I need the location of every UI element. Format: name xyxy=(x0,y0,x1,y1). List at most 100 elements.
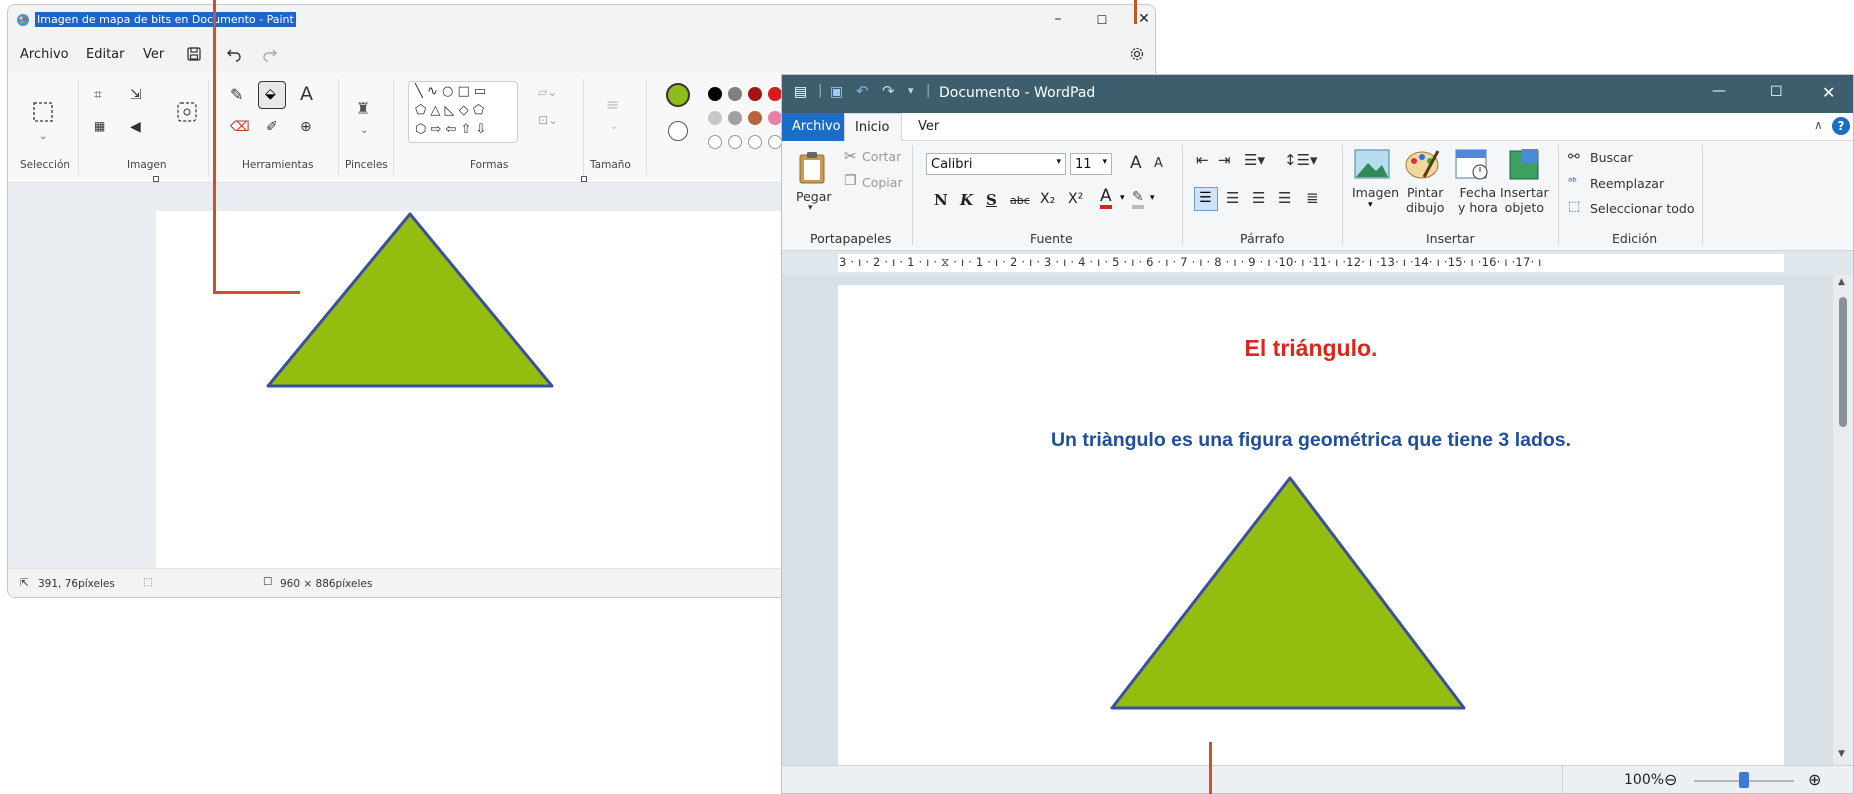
decrease-indent-icon[interactable]: ⇤ xyxy=(1196,151,1209,169)
line-spacing-icon[interactable]: ↕☰▾ xyxy=(1284,151,1318,169)
paint-drawing-button[interactable]: Pintar dibujo xyxy=(1406,185,1444,215)
zoom-in-icon[interactable]: ⊕ xyxy=(1808,770,1821,789)
select-all-button[interactable]: Seleccionar todo xyxy=(1590,201,1694,216)
bold-button[interactable]: N xyxy=(934,191,948,209)
save-icon[interactable]: ▣ xyxy=(830,84,843,100)
italic-button[interactable]: K xyxy=(960,191,973,209)
paint-palette-icon[interactable] xyxy=(1404,147,1440,181)
paint-close-button[interactable]: ✕ xyxy=(1134,11,1154,27)
wordpad-maximize-button[interactable]: ☐ xyxy=(1770,84,1783,100)
calendar-clock-icon[interactable] xyxy=(1454,147,1490,181)
strikethrough-button[interactable]: abc xyxy=(1010,194,1030,207)
select-all-icon[interactable]: ⬚ xyxy=(1568,199,1580,214)
secondary-color-swatch[interactable] xyxy=(668,121,688,141)
copy-icon[interactable]: ❐ xyxy=(844,173,857,189)
paragraph-settings-icon[interactable]: ≣ xyxy=(1306,189,1319,207)
redo-icon[interactable]: ↷ xyxy=(882,82,895,100)
redo-icon[interactable] xyxy=(262,46,278,62)
select-rectangle-icon[interactable] xyxy=(32,101,54,123)
date-time-button[interactable]: Fecha y hora xyxy=(1458,185,1498,215)
zoom-slider-thumb[interactable] xyxy=(1739,772,1749,788)
primary-color-swatch[interactable] xyxy=(666,83,690,107)
image-select-icon[interactable] xyxy=(176,101,198,123)
tab-view[interactable]: Ver xyxy=(918,119,939,134)
undo-icon[interactable] xyxy=(226,46,242,62)
copy-button[interactable]: Copiar xyxy=(862,175,903,190)
chevron-down-icon[interactable]: ▾ xyxy=(1150,193,1155,203)
align-center-icon[interactable]: ☰ xyxy=(1226,189,1239,207)
wordpad-close-button[interactable]: ✕ xyxy=(1822,83,1835,102)
ruler[interactable]: 3 · ı · 2 · ı · 1 · ı · ⧖ · ı · 1 · ı · … xyxy=(782,251,1853,275)
palette-empty-swatch[interactable] xyxy=(728,135,742,149)
find-button[interactable]: Buscar xyxy=(1590,150,1633,165)
resize-handle[interactable] xyxy=(581,176,587,182)
chevron-down-icon[interactable]: ⌄ xyxy=(610,121,618,132)
replace-button[interactable]: Reemplazar xyxy=(1590,176,1664,191)
size-lines-icon[interactable]: ≡ xyxy=(606,95,619,114)
paint-menu-file[interactable]: Archivo xyxy=(20,47,69,62)
vertical-scrollbar[interactable]: ▲ ▼ xyxy=(1833,275,1853,765)
document-page[interactable]: El triángulo. Un triàngulo es una figura… xyxy=(838,285,1784,765)
align-right-icon[interactable]: ☰ xyxy=(1252,189,1265,207)
shapes-gallery[interactable]: ╲ ∿ ○ □ ▭ ⬠ △ ◺ ◇ ⬠ ⬡ ⇨ ⇦ ⇧ ⇩ xyxy=(408,81,518,143)
rotate-icon[interactable]: ◀ xyxy=(130,119,141,135)
resize-handle[interactable] xyxy=(153,176,159,182)
paint-maximize-button[interactable]: ☐ xyxy=(1092,13,1112,27)
effects-icon[interactable]: ▦ xyxy=(94,119,105,133)
palette-swatch[interactable] xyxy=(728,87,742,101)
grow-font-button[interactable]: A xyxy=(1130,153,1142,173)
insert-object-icon[interactable] xyxy=(1506,147,1542,181)
save-icon[interactable] xyxy=(186,46,202,62)
palette-empty-swatch[interactable] xyxy=(748,135,762,149)
font-color-button[interactable]: A xyxy=(1100,187,1112,209)
undo-icon[interactable]: ↶ xyxy=(856,82,869,100)
bullet-list-icon[interactable]: ☰▾ xyxy=(1244,151,1265,169)
align-left-button[interactable]: ☰ xyxy=(1194,187,1218,211)
collapse-ribbon-icon[interactable]: ∧ xyxy=(1814,118,1823,132)
palette-swatch[interactable] xyxy=(748,111,762,125)
insert-object-button[interactable]: Insertar objeto xyxy=(1500,185,1549,215)
paint-menu-view[interactable]: Ver xyxy=(143,47,164,62)
settings-gear-icon[interactable] xyxy=(1129,46,1145,62)
palette-swatch[interactable] xyxy=(708,87,722,101)
quick-access-menu-icon[interactable]: ▾ xyxy=(908,84,914,97)
insert-image-button[interactable]: Imagen xyxy=(1352,185,1399,200)
scroll-up-icon[interactable]: ▲ xyxy=(1838,277,1845,287)
eraser-icon[interactable]: ⌫ xyxy=(230,119,250,135)
palette-swatch[interactable] xyxy=(728,111,742,125)
tab-file[interactable]: Archivo xyxy=(782,113,844,141)
zoom-out-icon[interactable]: ⊖ xyxy=(1664,770,1677,789)
fill-icon[interactable]: ⊡⌄ xyxy=(538,113,558,127)
palette-empty-swatch[interactable] xyxy=(708,135,722,149)
palette-swatch[interactable] xyxy=(768,87,782,101)
paint-minimize-button[interactable]: – xyxy=(1048,11,1068,27)
subscript-button[interactable]: X₂ xyxy=(1040,191,1055,207)
wordpad-minimize-button[interactable]: — xyxy=(1712,83,1726,99)
font-size-select[interactable]: 11 ▾ xyxy=(1070,153,1112,175)
font-name-select[interactable]: Calibri ▾ xyxy=(926,153,1066,175)
cut-button[interactable]: Cortar xyxy=(862,149,901,164)
palette-swatch[interactable] xyxy=(768,111,782,125)
justify-icon[interactable]: ☰ xyxy=(1278,189,1291,207)
outline-icon[interactable]: ▱⌄ xyxy=(538,85,557,99)
paste-button[interactable]: Pegar xyxy=(796,189,832,204)
palette-swatch[interactable] xyxy=(748,87,762,101)
increase-indent-icon[interactable]: ⇥ xyxy=(1218,151,1231,169)
palette-swatch[interactable] xyxy=(708,111,722,125)
paste-clipboard-icon[interactable] xyxy=(798,151,826,185)
image-landscape-icon[interactable] xyxy=(1354,149,1390,179)
chevron-down-icon[interactable]: ▾ xyxy=(1120,193,1125,203)
binoculars-icon[interactable]: ⚯ xyxy=(1568,149,1580,165)
scrollbar-thumb[interactable] xyxy=(1839,297,1847,427)
underline-button[interactable]: S xyxy=(986,191,997,209)
chevron-down-icon[interactable]: ⌄ xyxy=(39,131,47,142)
scissors-icon[interactable]: ✂ xyxy=(844,147,857,165)
resize-icon[interactable]: ⇲ xyxy=(130,87,142,103)
help-button[interactable]: ? xyxy=(1832,117,1850,135)
crop-icon[interactable]: ⌗ xyxy=(94,87,102,103)
chevron-down-icon[interactable]: ▾ xyxy=(1368,200,1373,210)
paint-menu-edit[interactable]: Editar xyxy=(86,47,125,62)
tab-home[interactable]: Inicio xyxy=(844,113,902,141)
brush-icon[interactable]: ♜ xyxy=(356,99,370,118)
palette-empty-swatch[interactable] xyxy=(768,135,782,149)
